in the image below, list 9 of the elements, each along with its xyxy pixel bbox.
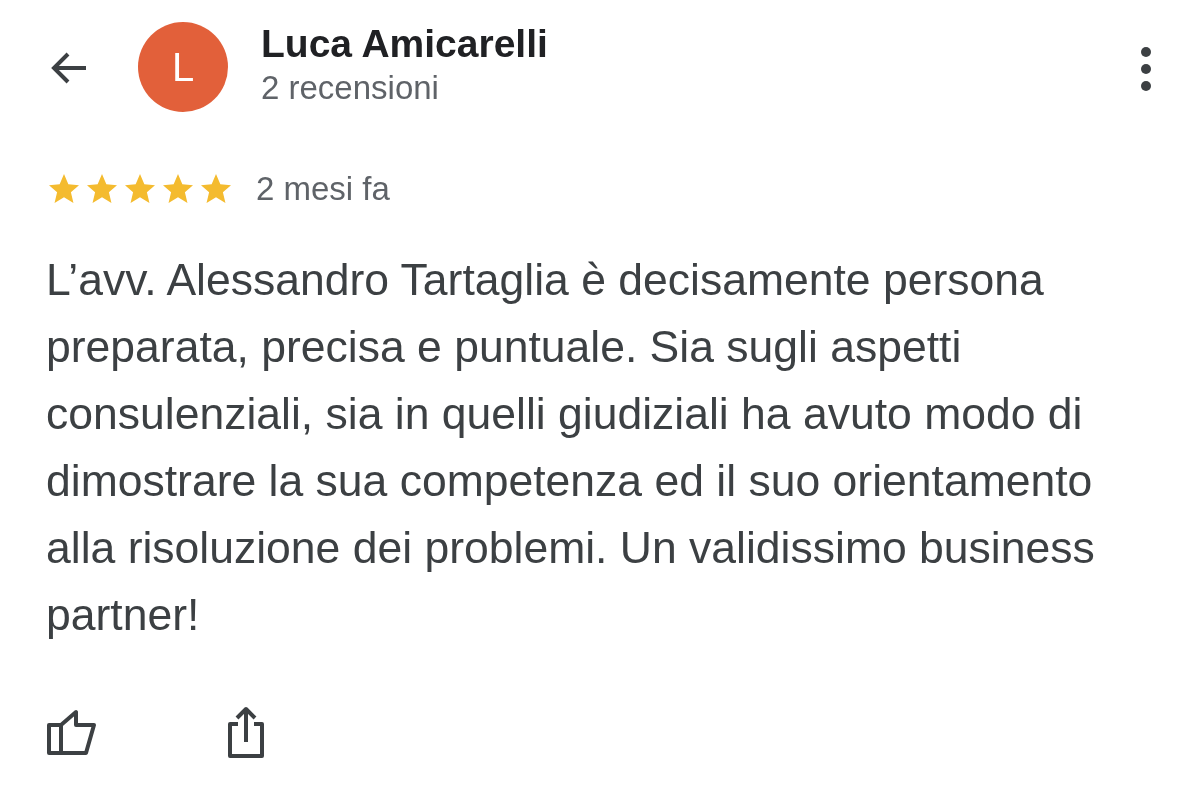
avatar: L (138, 22, 228, 112)
more-icon (1140, 46, 1152, 92)
review-count: 2 recensioni (261, 68, 440, 108)
review-time: 2 mesi fa (256, 170, 390, 208)
share-button[interactable] (226, 706, 266, 760)
share-icon (226, 706, 266, 760)
review-text: L’avv. Alessandro Tartaglia è decisamente persona preparata, precisa e puntuale. Sia sugli aspetti consulenziali, sia in quelli giudiziali ha avuto modo di dimostrare la sua competenza ed il suo orientamento alla risoluzione dei problemi. Un validissimo business partner! (46, 254, 1096, 641)
reviewer-name: Luca Amicarelli (261, 21, 549, 67)
thumbs-up-icon (46, 709, 98, 757)
